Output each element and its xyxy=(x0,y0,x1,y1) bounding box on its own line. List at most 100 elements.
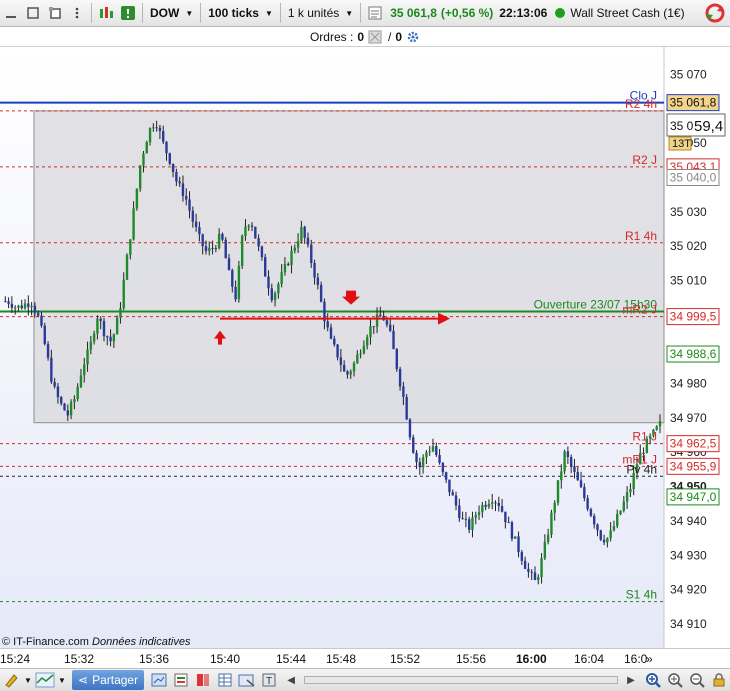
time-tick-label: 15:56 xyxy=(456,652,487,666)
chart-canvas[interactable]: 35 07035 05035 03035 02035 01034 98034 9… xyxy=(0,47,730,648)
chevron-down-icon: ▼ xyxy=(345,8,354,18)
toolbar-separator xyxy=(91,3,92,23)
candle-body xyxy=(563,451,566,472)
candle-body xyxy=(362,345,366,354)
consolidation-zone xyxy=(33,110,665,424)
candle-body xyxy=(520,552,524,561)
time-tick-label: 15:52 xyxy=(390,652,421,666)
orders-count-2: 0 xyxy=(395,29,403,44)
share-button[interactable]: ⋖ Partager xyxy=(72,670,145,690)
candle-body xyxy=(92,333,96,342)
candle-body xyxy=(336,344,339,358)
level-label: Pv 4h xyxy=(626,462,657,476)
level-label: R2 J xyxy=(632,153,657,167)
candle-body xyxy=(171,163,175,172)
zoom-fit-icon[interactable] xyxy=(642,670,664,690)
candle-body xyxy=(142,153,145,166)
candle-body xyxy=(129,239,132,255)
restore-icon[interactable] xyxy=(44,2,66,24)
instrument-dropdown[interactable]: DOW ▼ xyxy=(146,2,197,24)
candle-body xyxy=(517,536,520,553)
refresh-icon[interactable] xyxy=(704,2,726,24)
level-label: mR2 J xyxy=(622,303,657,317)
level-label: S1 4h xyxy=(626,588,657,602)
candle-body xyxy=(392,330,395,350)
pencil-icon[interactable] xyxy=(0,670,22,690)
candle-body xyxy=(122,279,125,309)
candle-body xyxy=(369,326,372,338)
scroll-left-icon[interactable]: ◀ xyxy=(280,670,302,690)
zoom-out-icon[interactable] xyxy=(686,670,708,690)
candle-body xyxy=(201,234,204,247)
candle-body xyxy=(264,257,267,277)
alert-icon[interactable] xyxy=(117,2,139,24)
zoom-in-icon[interactable] xyxy=(664,670,686,690)
orders-grid-icon[interactable] xyxy=(368,30,382,44)
order-ticket-icon[interactable] xyxy=(170,670,192,690)
level-price-value: 34 947,0 xyxy=(670,490,717,504)
size-dropdown[interactable]: 1 k unités ▼ xyxy=(284,2,357,24)
chart-type-icon[interactable] xyxy=(95,2,117,24)
period-dropdown[interactable]: 100 ticks ▼ xyxy=(204,2,277,24)
candle-body xyxy=(20,305,23,309)
minimize-icon[interactable] xyxy=(0,2,22,24)
candle-body xyxy=(402,386,405,397)
y-tick-label: 35 020 xyxy=(670,239,707,253)
chevron-right-icon[interactable]: » xyxy=(646,652,653,666)
candle-body xyxy=(112,334,116,342)
candle-body xyxy=(162,131,165,142)
time-tick-label: 16:00 xyxy=(516,652,547,666)
candle-body xyxy=(356,354,359,364)
candle-body xyxy=(237,266,241,300)
time-axis[interactable]: 15:24 15:32 15:36 15:40 15:44 15:48 15:52 15:56… xyxy=(0,648,730,668)
candle-body xyxy=(277,284,280,294)
candle-body xyxy=(23,303,27,309)
table-icon[interactable] xyxy=(214,670,236,690)
level-label: R2 4h xyxy=(625,97,657,111)
candle-body xyxy=(349,371,352,375)
candle-body xyxy=(418,462,422,468)
candle-body xyxy=(576,471,579,481)
orders-separator: / xyxy=(388,29,392,44)
candle-body xyxy=(372,326,375,328)
text-tool-icon[interactable]: T xyxy=(258,670,280,690)
time-tick-label: 15:40 xyxy=(210,652,241,666)
chart-window-icon[interactable] xyxy=(148,670,170,690)
candle-body xyxy=(178,181,181,184)
chevron-down-icon[interactable]: ▼ xyxy=(22,670,34,690)
candle-body xyxy=(408,419,412,438)
candle-body xyxy=(132,208,135,240)
level-label: R1 J xyxy=(632,430,657,444)
chart-scrollbar[interactable] xyxy=(304,676,618,684)
candle-body xyxy=(385,320,389,325)
candle-body xyxy=(214,248,218,250)
candle-body xyxy=(494,502,497,504)
candle-body xyxy=(448,479,451,493)
candle-body xyxy=(599,530,602,540)
order-book-icon[interactable] xyxy=(192,670,214,690)
candle-body xyxy=(415,452,418,463)
toolbar-separator xyxy=(279,3,281,23)
watchlist-icon[interactable] xyxy=(364,2,386,24)
settings-gear-icon[interactable] xyxy=(406,30,420,44)
candle-body xyxy=(444,472,448,480)
candle-body xyxy=(270,288,273,301)
window-icon[interactable] xyxy=(22,2,44,24)
countdown-text: 13T xyxy=(672,138,691,150)
candle-body xyxy=(208,248,211,252)
candle-body xyxy=(507,522,510,524)
candle-body xyxy=(296,241,300,248)
indicator-icon[interactable] xyxy=(34,670,56,690)
candle-body xyxy=(566,451,570,458)
y-tick-label: 35 070 xyxy=(670,67,707,81)
candle-body xyxy=(389,324,392,331)
chevron-down-icon[interactable]: ▼ xyxy=(56,670,68,690)
level-price-value: 35 040,0 xyxy=(670,171,717,185)
scroll-right-icon[interactable]: ▶ xyxy=(620,670,642,690)
price-chart[interactable]: 35 07035 05035 03035 02035 01034 98034 9… xyxy=(0,47,730,648)
menu-dots-icon[interactable] xyxy=(66,2,88,24)
lock-icon[interactable] xyxy=(708,670,730,690)
market-name: Wall Street Cash (1€) xyxy=(570,6,685,20)
screenshot-icon[interactable] xyxy=(236,670,258,690)
candle-body xyxy=(365,337,369,346)
